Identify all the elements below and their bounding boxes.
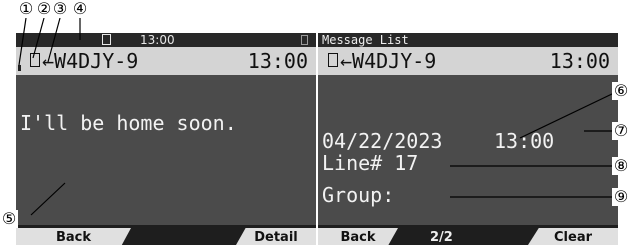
callout-8: ⑧ (612, 156, 630, 175)
callout-6: ⑥ (612, 81, 630, 100)
callout-5: ⑤ (0, 209, 18, 228)
callout-9: ⑨ (612, 187, 630, 206)
callout-1: ① (17, 0, 35, 18)
callout-4: ④ (71, 0, 89, 18)
callout-leader-lines (18, 17, 615, 216)
callout-7: ⑦ (612, 121, 630, 140)
callout-3: ③ (51, 0, 69, 18)
